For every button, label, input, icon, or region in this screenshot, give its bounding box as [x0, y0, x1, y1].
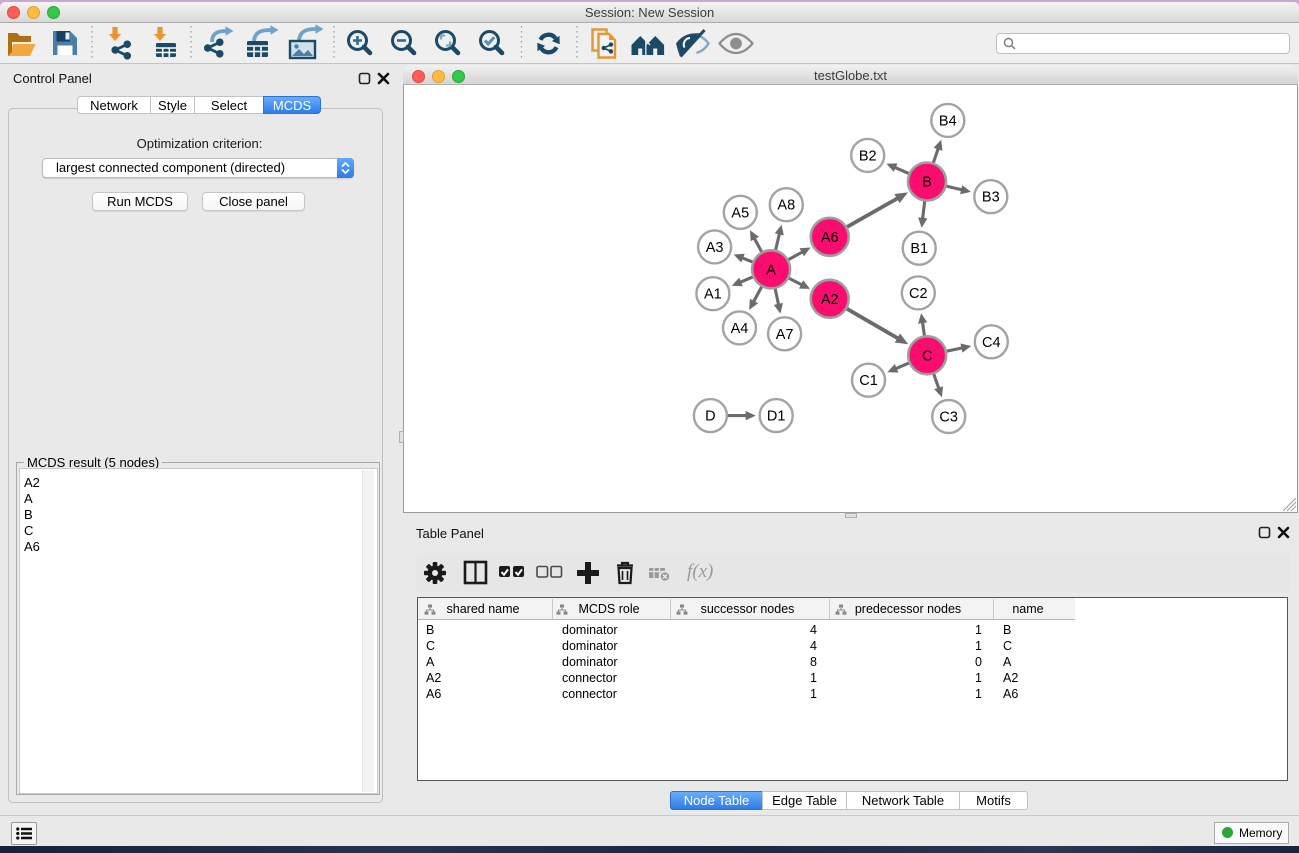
svg-text:B4: B4	[939, 113, 957, 129]
svg-text:A1: A1	[704, 287, 722, 303]
svg-text:C4: C4	[982, 335, 1001, 351]
svg-text:A2: A2	[821, 292, 839, 308]
svg-text:D: D	[705, 409, 715, 425]
svg-text:B1: B1	[910, 241, 928, 257]
svg-text:B: B	[922, 175, 932, 191]
svg-text:C1: C1	[859, 373, 878, 389]
svg-text:A4: A4	[731, 321, 749, 337]
svg-text:A7: A7	[776, 327, 794, 343]
svg-text:A: A	[766, 262, 776, 278]
svg-text:A8: A8	[777, 198, 795, 214]
svg-text:D1: D1	[767, 409, 786, 425]
svg-text:C: C	[922, 348, 932, 364]
svg-text:B3: B3	[982, 190, 1000, 206]
svg-text:A6: A6	[821, 230, 839, 246]
svg-text:C3: C3	[939, 410, 958, 426]
svg-text:A5: A5	[731, 205, 749, 221]
svg-text:A3: A3	[706, 240, 724, 256]
svg-text:B2: B2	[859, 148, 877, 164]
svg-text:C2: C2	[909, 286, 928, 302]
